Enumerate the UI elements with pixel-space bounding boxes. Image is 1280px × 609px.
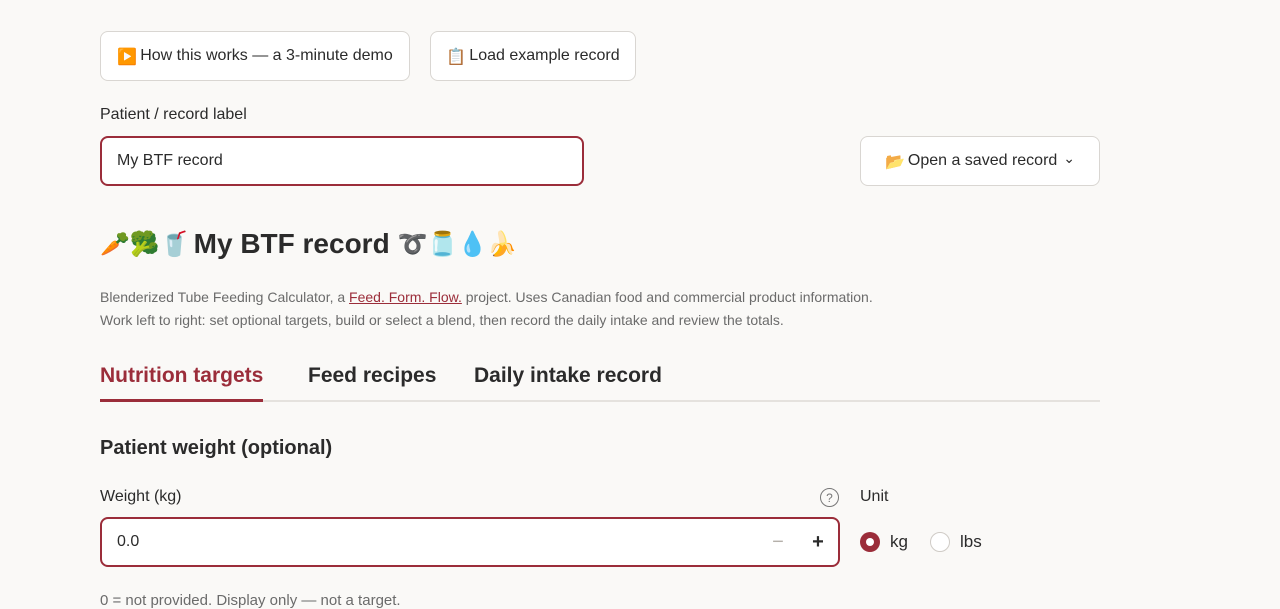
feed-form-flow-link[interactable]: Feed. Form. Flow. xyxy=(349,289,462,305)
tab-daily-intake-record[interactable]: Daily intake record xyxy=(474,364,662,402)
load-example-label: Load example record xyxy=(469,47,620,64)
folder-icon: 📂 xyxy=(884,151,905,171)
section-title-weight: Patient weight (optional) xyxy=(100,437,333,459)
open-saved-record-button[interactable]: 📂 Open a saved record ⌄ xyxy=(860,136,1100,186)
unit-radio-kg[interactable] xyxy=(860,532,880,552)
food-emoji-icons: 🥕🥦🥤 xyxy=(100,230,190,258)
tab-feed-recipes[interactable]: Feed recipes xyxy=(308,364,436,402)
demo-button-label: How this works — a 3-minute demo xyxy=(140,47,393,64)
play-icon: ▶️ xyxy=(117,46,138,66)
desc-suffix: project. Uses Canadian food and commerci… xyxy=(461,289,873,305)
increment-button[interactable]: + xyxy=(806,530,830,554)
record-label-input[interactable]: My BTF record xyxy=(100,136,584,186)
description-line-1: Blenderized Tube Feeding Calculator, a F… xyxy=(100,289,873,305)
unit-radio-kg-label[interactable]: kg xyxy=(890,532,908,552)
weight-field-label: Weight (kg) xyxy=(100,488,182,505)
description-line-2: Work left to right: set optional targets… xyxy=(100,312,784,328)
help-icon[interactable]: ? xyxy=(820,488,839,507)
feeding-emoji-icons: ➰🫙💧🍌 xyxy=(397,230,518,258)
record-label-value: My BTF record xyxy=(117,152,223,169)
weight-value: 0.0 xyxy=(117,533,140,550)
clipboard-icon: 📋 xyxy=(446,46,467,66)
unit-radio-lbs[interactable] xyxy=(930,532,950,552)
page-title-text: My BTF record xyxy=(193,228,390,259)
unit-radio-lbs-label[interactable]: lbs xyxy=(960,532,982,552)
demo-button[interactable]: ▶️ How this works — a 3-minute demo xyxy=(100,31,410,81)
tab-bar: Nutrition targets Feed recipes Daily int… xyxy=(100,360,1100,402)
decrement-button[interactable]: − xyxy=(766,530,790,554)
record-label-heading: Patient / record label xyxy=(100,106,247,123)
weight-note: 0 = not provided. Display only — not a t… xyxy=(100,592,401,609)
load-example-button[interactable]: 📋 Load example record xyxy=(430,31,636,81)
page-title: 🥕🥦🥤 My BTF record ➰🫙💧🍌 xyxy=(100,228,517,260)
unit-label: Unit xyxy=(860,488,889,505)
desc-prefix: Blenderized Tube Feeding Calculator, a xyxy=(100,289,350,305)
tab-nutrition-targets[interactable]: Nutrition targets xyxy=(100,364,264,402)
chevron-down-icon: ⌄ xyxy=(1063,149,1076,166)
weight-input[interactable]: 0.0 xyxy=(100,517,840,567)
open-saved-record-label: Open a saved record xyxy=(907,152,1058,169)
